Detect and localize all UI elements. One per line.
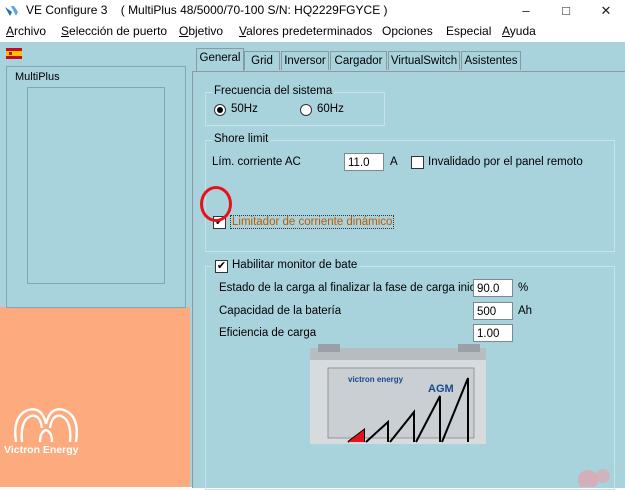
red-annotation-circle (200, 186, 232, 222)
menu-especial[interactable]: Especial (446, 24, 491, 38)
tab-inversor[interactable]: Inversor (281, 51, 329, 70)
frequency-group: Frecuencia del sistema 50Hz 60Hz (205, 85, 385, 126)
dynamic-limiter-label: Limitador de corriente dinámico (230, 215, 395, 229)
shore-limit-title: Shore limit (212, 133, 271, 145)
left-sidebar: MultiPlus Victron Energy (0, 42, 190, 487)
ve-configure-app-icon (5, 6, 18, 16)
battery-brand-text: victron energy (348, 375, 404, 384)
tab-virtualswitch[interactable]: VirtualSwitch (388, 51, 460, 70)
radio-60hz[interactable] (300, 104, 312, 116)
soc-unit: % (518, 282, 529, 294)
spanish-flag-icon[interactable] (6, 48, 22, 59)
agm-battery-image: victron energy AGM (310, 344, 486, 444)
decorative-watermark-logo (578, 469, 610, 487)
enable-battery-monitor-checkbox[interactable]: ✔ (215, 260, 228, 273)
shore-limit-group: Shore limit Lím. corriente AC 11.0 A Inv… (205, 133, 615, 252)
window-title: VE Configure 3 ( MultiPlus 48/5000/70-10… (26, 3, 388, 17)
battery-type-text: AGM (428, 383, 454, 395)
radio-60hz-label: 60Hz (317, 103, 344, 115)
menu-valores-predeterminados[interactable]: Valores predeterminados (239, 24, 372, 38)
soc-input[interactable]: 90.0 (473, 279, 513, 297)
radio-50hz[interactable] (214, 104, 226, 116)
ac-current-limit-label: Lím. corriente AC (212, 156, 301, 168)
close-button[interactable]: ✕ (586, 0, 625, 22)
device-tree-area: MultiPlus (0, 42, 190, 308)
menu-archivo[interactable]: Archivo (6, 24, 46, 38)
capacity-input[interactable]: 500 (473, 302, 513, 320)
menu-seleccion-de-puerto[interactable]: Selección de puerto (61, 24, 167, 38)
minimize-button[interactable]: – (506, 0, 546, 22)
menu-bar: Archivo Selección de puerto Objetivo Val… (0, 22, 625, 42)
tab-cargador[interactable]: Cargador (330, 51, 387, 70)
device-tree-label: MultiPlus (15, 71, 60, 83)
ac-current-limit-input[interactable]: 11.0 (344, 153, 384, 171)
device-tree-box: MultiPlus (6, 66, 186, 308)
client-area: MultiPlus Victron Energy argo General Gr… (0, 42, 625, 490)
menu-objetivo[interactable]: Objetivo (179, 24, 223, 38)
remote-override-label: Invalidado por el panel remoto (428, 156, 583, 168)
radio-50hz-label: 50Hz (231, 103, 258, 115)
menu-opciones[interactable]: Opciones (382, 24, 433, 38)
menu-ayuda[interactable]: Ayuda (502, 24, 536, 38)
tab-grid[interactable]: Grid (244, 51, 280, 70)
remote-override-checkbox[interactable] (411, 156, 424, 169)
charge-efficiency-input[interactable]: 1.00 (473, 324, 513, 342)
device-tree-list[interactable] (27, 87, 165, 284)
tab-asistentes[interactable]: Asistentes (461, 51, 521, 70)
maximize-button[interactable]: □ (546, 0, 586, 22)
soc-label: Estado de la carga al finalizar la fase … (219, 282, 487, 294)
capacity-unit: Ah (518, 305, 533, 317)
victron-logo-text: Victron Energy (4, 444, 79, 456)
battery-monitor-title: Habilitar monitor de bate (212, 259, 360, 271)
title-bar: VE Configure 3 ( MultiPlus 48/5000/70-10… (0, 0, 625, 22)
ac-current-unit: A (390, 156, 398, 168)
frequency-group-title: Frecuencia del sistema (212, 85, 335, 97)
capacity-label: Capacidad de la batería (219, 305, 342, 317)
charge-efficiency-label: Eficiencia de carga (219, 327, 317, 339)
tab-general[interactable]: General (196, 48, 244, 71)
